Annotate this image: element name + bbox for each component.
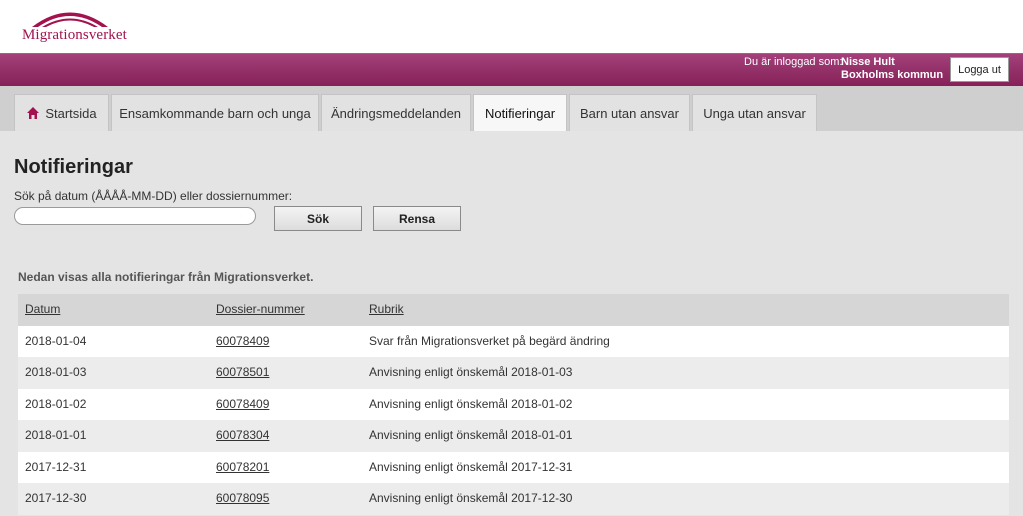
sort-subject-header[interactable]: Rubrik bbox=[369, 294, 404, 326]
user-name: Nisse Hult bbox=[841, 56, 895, 68]
tab-ensamkommande[interactable]: Ensamkommande barn och unga bbox=[111, 94, 319, 131]
main-content: Notifieringar Sök på datum (ÅÅÅÅ-MM-DD) … bbox=[0, 131, 1023, 516]
row-date: 2018-01-02 bbox=[25, 396, 87, 411]
dossier-link[interactable]: 60078304 bbox=[216, 420, 269, 452]
dossier-link[interactable]: 60078501 bbox=[216, 357, 269, 389]
dossier-link[interactable]: 60078409 bbox=[216, 389, 269, 421]
tab-label: Notifieringar bbox=[484, 105, 556, 121]
logged-in-label: Du är inloggad som: bbox=[744, 56, 843, 68]
row-subject: Anvisning enligt önskemål 2018-01-01 bbox=[369, 428, 573, 442]
row-date: 2018-01-01 bbox=[25, 428, 87, 442]
tab-startsida[interactable]: Startsida bbox=[14, 94, 109, 131]
user-organization: Boxholms kommun bbox=[841, 69, 944, 81]
home-icon bbox=[27, 107, 40, 119]
table-row: 2018-01-04 60078409 Svar från Migrations… bbox=[18, 325, 1009, 358]
table-row: 2017-12-30 60078095 Anvisning enligt öns… bbox=[18, 483, 1009, 515]
row-date: 2018-01-04 bbox=[25, 333, 87, 348]
row-date: 2018-01-03 bbox=[25, 365, 87, 379]
search-label: Sök på datum (ÅÅÅÅ-MM-DD) eller dossiern… bbox=[14, 189, 293, 203]
dossier-link[interactable]: 60078201 bbox=[216, 452, 269, 484]
table-row: 2017-12-31 60078201 Anvisning enligt öns… bbox=[18, 451, 1009, 484]
row-subject: Anvisning enligt önskemål 2017-12-31 bbox=[369, 459, 573, 474]
page-title: Notifieringar bbox=[14, 156, 133, 178]
sort-date-header[interactable]: Datum bbox=[25, 294, 60, 326]
tab-label: Unga utan ansvar bbox=[703, 105, 806, 121]
row-subject: Anvisning enligt önskemål 2018-01-02 bbox=[369, 396, 573, 411]
logout-button[interactable]: Logga ut bbox=[950, 57, 1009, 82]
row-date: 2017-12-30 bbox=[25, 491, 87, 505]
row-subject: Svar från Migrationsverket på begärd änd… bbox=[369, 333, 610, 348]
dossier-link[interactable]: 60078095 bbox=[216, 483, 269, 515]
sort-dossier-header[interactable]: Dossier-nummer bbox=[216, 294, 305, 326]
site-header: Migrationsverket bbox=[0, 0, 1023, 53]
tab-label: Startsida bbox=[45, 105, 97, 121]
table-row: 2018-01-03 60078501 Anvisning enligt öns… bbox=[18, 357, 1009, 389]
notifications-table: Datum Dossier-nummer Rubrik 2018-01-04 6… bbox=[18, 294, 1009, 515]
row-subject: Anvisning enligt önskemål 2017-12-30 bbox=[369, 491, 573, 505]
table-row: 2018-01-02 60078409 Anvisning enligt öns… bbox=[18, 388, 1009, 421]
tab-label: Ensamkommande barn och unga bbox=[119, 105, 311, 121]
tab-barn-utan-ansvar[interactable]: Barn utan ansvar bbox=[569, 94, 690, 131]
row-date: 2017-12-31 bbox=[25, 459, 87, 474]
logo-text: Migrationsverket bbox=[22, 27, 127, 43]
table-header-row: Datum Dossier-nummer Rubrik bbox=[18, 294, 1009, 326]
tab-andringsmeddelanden[interactable]: Ändringsmeddelanden bbox=[321, 94, 471, 131]
clear-button[interactable]: Rensa bbox=[373, 206, 461, 231]
tab-label: Ändringsmeddelanden bbox=[330, 105, 462, 121]
tab-notifieringar[interactable]: Notifieringar bbox=[473, 94, 567, 131]
intro-text: Nedan visas alla notifieringar från Migr… bbox=[18, 270, 314, 284]
search-button[interactable]: Sök bbox=[274, 206, 362, 231]
logo-arc-icon bbox=[32, 12, 108, 27]
row-subject: Anvisning enligt önskemål 2018-01-03 bbox=[369, 365, 573, 379]
tab-unga-utan-ansvar[interactable]: Unga utan ansvar bbox=[692, 94, 817, 131]
main-nav-tabs: Startsida Ensamkommande barn och unga Än… bbox=[0, 86, 1023, 131]
table-row: 2018-01-01 60078304 Anvisning enligt öns… bbox=[18, 420, 1009, 452]
tab-label: Barn utan ansvar bbox=[579, 105, 679, 121]
search-input[interactable] bbox=[14, 207, 256, 225]
dossier-link[interactable]: 60078409 bbox=[216, 326, 269, 358]
logo[interactable]: Migrationsverket bbox=[20, 6, 127, 48]
user-bar: Du är inloggad som: Nisse Hult Boxholms … bbox=[0, 53, 1023, 86]
